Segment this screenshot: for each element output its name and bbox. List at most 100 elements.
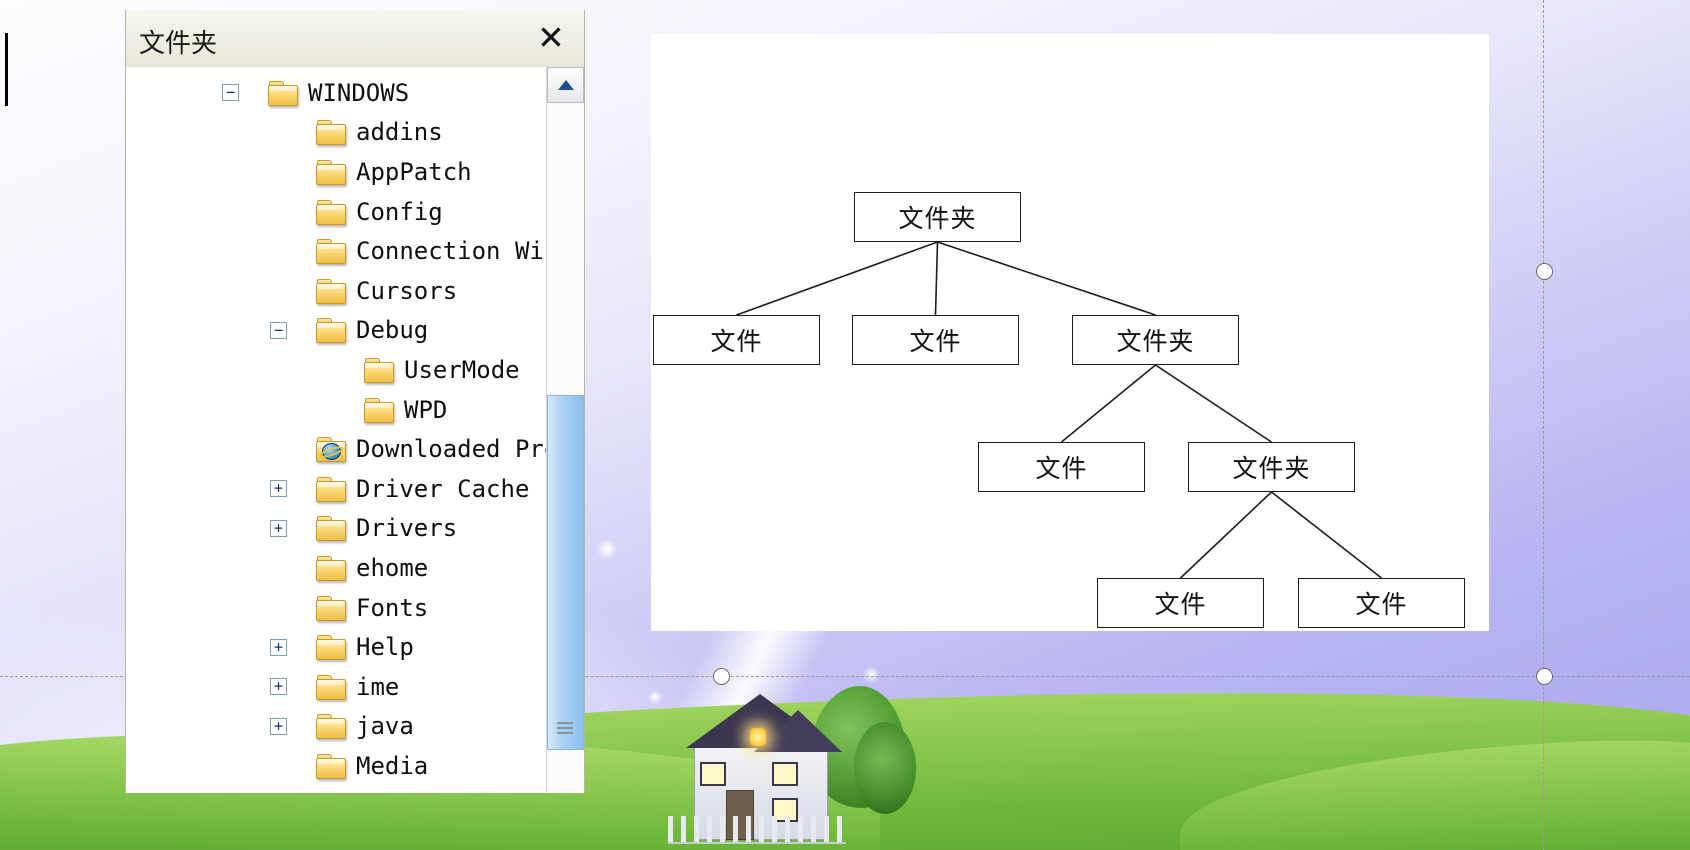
tree-row-addins[interactable]: addins — [126, 113, 546, 153]
tree-row-ime[interactable]: + ime — [126, 667, 546, 707]
tree-row-fonts[interactable]: Fonts — [126, 588, 546, 628]
tree-item-label: ehome — [356, 553, 429, 582]
tree-row-config[interactable]: Config — [126, 192, 546, 232]
diagram-node-f3[interactable]: 文件 — [978, 442, 1145, 492]
tree-row-debug[interactable]: − Debug — [126, 311, 546, 351]
folder-icon — [316, 278, 346, 304]
folder-icon — [268, 80, 298, 106]
folder-icon — [316, 753, 346, 779]
folder-ie-icon — [316, 437, 346, 463]
collapse-icon[interactable]: − — [222, 84, 239, 102]
text-caret — [5, 33, 8, 106]
tree-row-java[interactable]: + java — [126, 707, 546, 747]
expand-icon[interactable]: + — [270, 480, 287, 498]
scrollbar-grip-icon — [557, 722, 573, 735]
diagram-node-f2[interactable]: 文件 — [852, 315, 1019, 365]
chevron-up-icon — [557, 80, 574, 90]
diagram-node-f5[interactable]: 文件 — [1298, 578, 1465, 628]
folder-icon — [316, 476, 346, 502]
tree-item-label: java — [356, 712, 414, 741]
folder-icon — [316, 635, 346, 661]
tree-item-label: addins — [356, 118, 443, 147]
folder-icon — [316, 318, 346, 344]
tree-item-label: Config — [356, 197, 443, 226]
tree-item-label: Drivers — [356, 514, 458, 543]
tree-row-connection-wiz[interactable]: Connection Wiz — [126, 231, 558, 271]
guide-handle-bottom[interactable] — [713, 668, 730, 685]
expand-icon[interactable]: + — [270, 678, 287, 696]
folder-icon — [316, 595, 346, 621]
tree-row-drivers[interactable]: + Drivers — [126, 509, 546, 549]
guide-handle-right-top[interactable] — [1536, 263, 1553, 280]
expand-icon[interactable]: + — [270, 717, 287, 735]
folders-pane-title: 文件夹 — [139, 29, 218, 59]
tree-row-ehome[interactable]: ehome — [126, 548, 546, 588]
house-fence — [668, 816, 846, 844]
tree-row-help[interactable]: + Help — [126, 627, 546, 667]
vertical-guide[interactable] — [1543, 0, 1544, 850]
sparkle-icon — [596, 538, 618, 560]
tree-item-label: Downloaded Pro — [356, 435, 559, 464]
folder-icon — [316, 516, 346, 542]
folder-icon — [316, 120, 346, 146]
expand-icon[interactable]: + — [270, 638, 287, 656]
scroll-up-button[interactable] — [547, 67, 584, 103]
tree-row-downloaded-pro[interactable]: Downloaded Pro — [126, 429, 558, 469]
folders-tree-container[interactable]: − WINDOWS addins AppPatch Config Connection W… — [126, 67, 584, 793]
tree-row-windows[interactable]: − WINDOWS — [126, 73, 546, 113]
diagram-edge-sub1-to-sub2 — [1155, 364, 1272, 443]
tree-row-apppatch[interactable]: AppPatch — [126, 152, 546, 192]
sparkle-icon — [648, 690, 662, 704]
tree-row-driver-cache[interactable]: + Driver Cache — [126, 469, 546, 509]
diagram-node-sub2[interactable]: 文件夹 — [1188, 442, 1355, 492]
folder-icon — [316, 239, 346, 265]
collapse-icon[interactable]: − — [270, 321, 287, 339]
tree-item-label: ime — [356, 672, 400, 701]
tree-row-usermode[interactable]: UserMode — [126, 350, 546, 390]
diagram-edge-root-to-f2 — [934, 241, 939, 316]
house-window — [700, 762, 726, 786]
folder-icon — [316, 199, 346, 225]
house-illustration — [668, 686, 916, 850]
diagram-node-f4[interactable]: 文件 — [1097, 578, 1264, 628]
folder-icon — [316, 555, 346, 581]
tree-item-label: Driver Cache — [356, 474, 530, 503]
diagram-edge-sub1-to-f3 — [1060, 364, 1157, 443]
diagram-node-f1[interactable]: 文件 — [653, 315, 820, 365]
scrollbar-thumb[interactable] — [547, 395, 584, 750]
scrollbar-track[interactable] — [547, 103, 584, 793]
diagram-edge-sub2-to-f5 — [1271, 491, 1382, 579]
diagram-node-root[interactable]: 文件夹 — [854, 192, 1021, 242]
tree-item-label: AppPatch — [356, 157, 472, 186]
folder-icon — [364, 397, 394, 423]
diagram-node-sub1[interactable]: 文件夹 — [1072, 315, 1239, 365]
tree-row-cursors[interactable]: Cursors — [126, 271, 546, 311]
folder-icon — [364, 357, 394, 383]
tree-row-wpd[interactable]: WPD — [126, 390, 546, 430]
lamp-icon — [750, 728, 766, 746]
tree-item-label: WINDOWS — [308, 78, 410, 107]
expand-icon[interactable]: + — [270, 519, 287, 537]
house-window — [772, 762, 798, 786]
tree-icon — [854, 722, 916, 814]
folder-structure-diagram: 文件夹 文件 文件 文件夹 文件 文件夹 文件 文件 — [651, 34, 1489, 631]
close-icon[interactable]: ✕ — [534, 20, 568, 54]
folders-pane-header: 文件夹 ✕ — [126, 10, 584, 68]
tree-item-label: Media — [356, 751, 429, 780]
tree-item-label: UserMode — [404, 355, 520, 384]
guide-handle-right-bottom[interactable] — [1536, 668, 1553, 685]
folders-scrollbar[interactable] — [546, 67, 584, 793]
tree-item-label: Cursors — [356, 276, 458, 305]
tree-row-media[interactable]: Media — [126, 746, 546, 786]
folder-icon — [316, 714, 346, 740]
house-dormer-roof — [754, 710, 842, 752]
slide-stage: 文件夹 文件 文件 文件夹 文件 文件夹 文件 文件 文件夹 ✕ − WINDOWS addins… — [0, 0, 1690, 850]
